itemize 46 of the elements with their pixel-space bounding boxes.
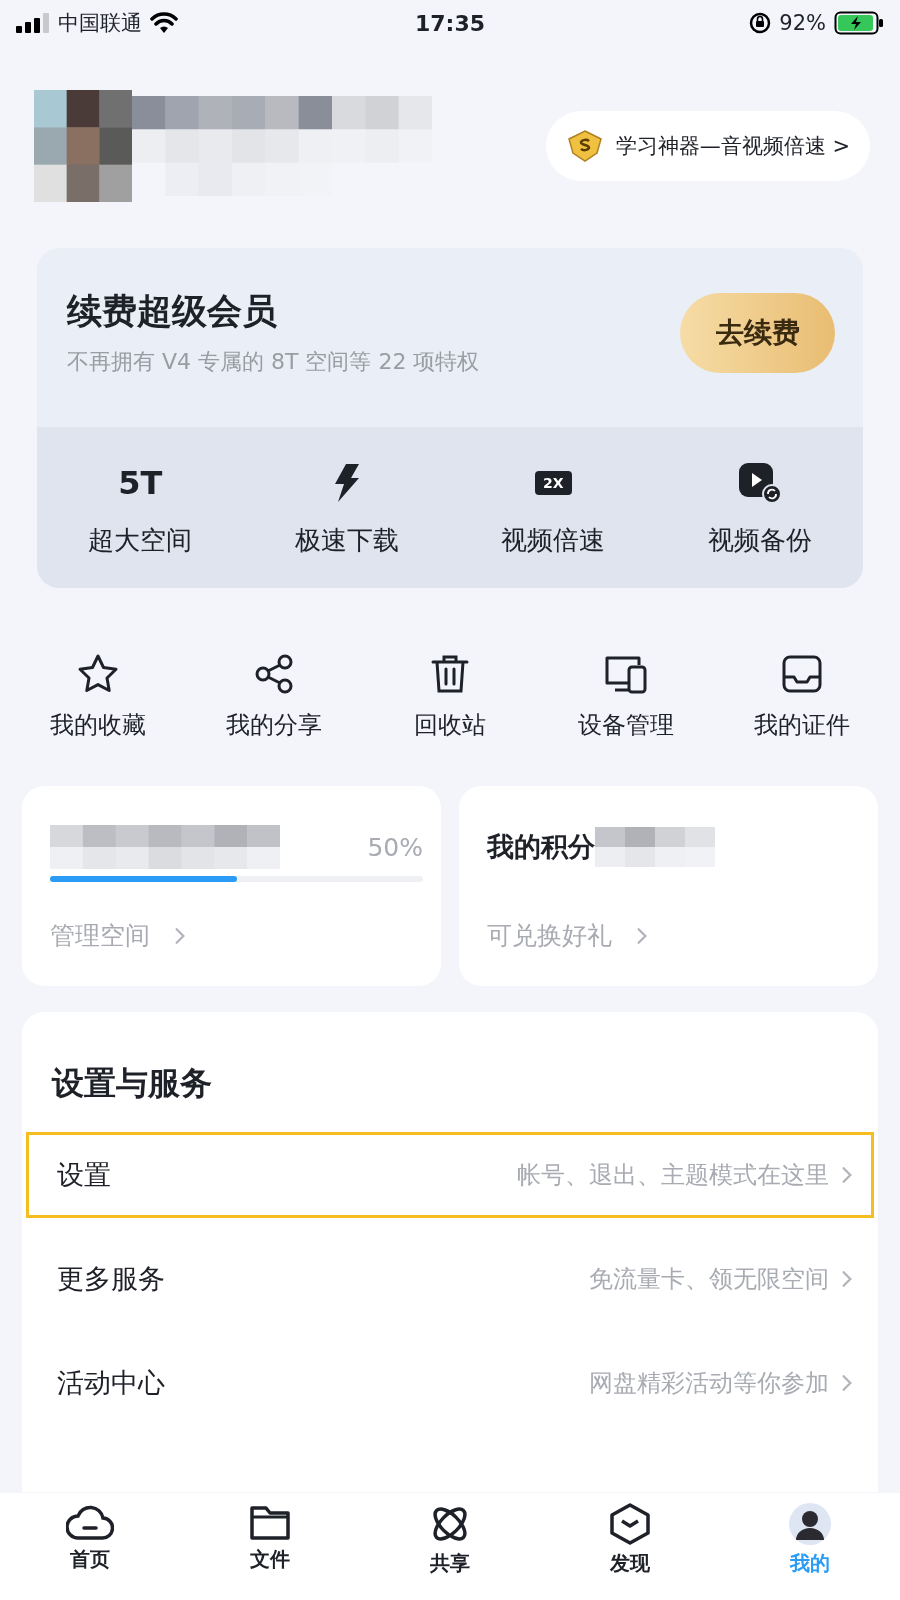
service-row[interactable]: 更多服务 免流量卡、领无限空间 [26, 1236, 874, 1322]
speed-badge: 2X [534, 471, 572, 495]
benefit-label: 极速下载 [294, 524, 399, 557]
chevron-icon [636, 926, 648, 945]
service-row[interactable]: 设置 帐号、退出、主题模式在这里 [26, 1132, 874, 1218]
chevron-icon [841, 1166, 853, 1184]
rotation-lock-icon [749, 12, 772, 34]
lightning-icon [333, 464, 360, 502]
carrier-name: 中国联通 [58, 10, 142, 37]
shield-icon [565, 129, 604, 163]
signal-icon [16, 13, 50, 33]
chevron-icon [841, 1374, 853, 1392]
tab[interactable]: 文件 [180, 1501, 360, 1600]
shortcut-button[interactable]: 我的证件 [714, 652, 890, 742]
benefit-label: 超大空间 [88, 524, 193, 557]
shortcut-button[interactable]: 设备管理 [538, 652, 714, 742]
clock-time: 17:35 [415, 10, 485, 36]
services-title: 设置与服务 [50, 1063, 213, 1104]
promo-button[interactable]: 学习神器—音视频倍速 > [545, 111, 870, 181]
share-icon [253, 653, 295, 695]
avatar-icon [788, 1502, 832, 1546]
wifi-icon [150, 12, 178, 34]
shortcut-button[interactable]: 回收站 [362, 652, 538, 742]
benefit-label: 视频倍速 [501, 524, 606, 557]
battery-percent: 92% [779, 11, 826, 35]
shortcut-button[interactable]: 我的分享 [186, 652, 362, 742]
chevron-icon [174, 926, 186, 945]
trash-icon [429, 653, 471, 695]
chevron-icon [841, 1270, 853, 1288]
renew-subtitle: 不再拥有 V4 专属的 8T 空间等 22 项特权 [67, 348, 481, 376]
box-icon [608, 1502, 652, 1546]
benefit-label: 视频备份 [707, 524, 812, 557]
tab[interactable]: 共享 [360, 1501, 540, 1600]
battery-icon [834, 11, 884, 35]
points-title: 我的积分 [487, 830, 595, 864]
star-icon [77, 653, 119, 695]
video-backup-icon [737, 462, 782, 504]
storage-percent: 50% [367, 832, 423, 862]
tab[interactable]: 首页 [0, 1501, 180, 1600]
renew-button[interactable]: 去续费 [680, 292, 835, 373]
size-label: 5T [118, 464, 163, 502]
renew-title: 续费超级会员 [67, 290, 278, 333]
tab[interactable]: 发现 [540, 1501, 720, 1600]
id-card-icon [781, 653, 823, 695]
service-row[interactable]: 活动中心 网盘精彩活动等你参加 [26, 1340, 874, 1426]
shortcut-button[interactable]: 我的收藏 [10, 652, 186, 742]
